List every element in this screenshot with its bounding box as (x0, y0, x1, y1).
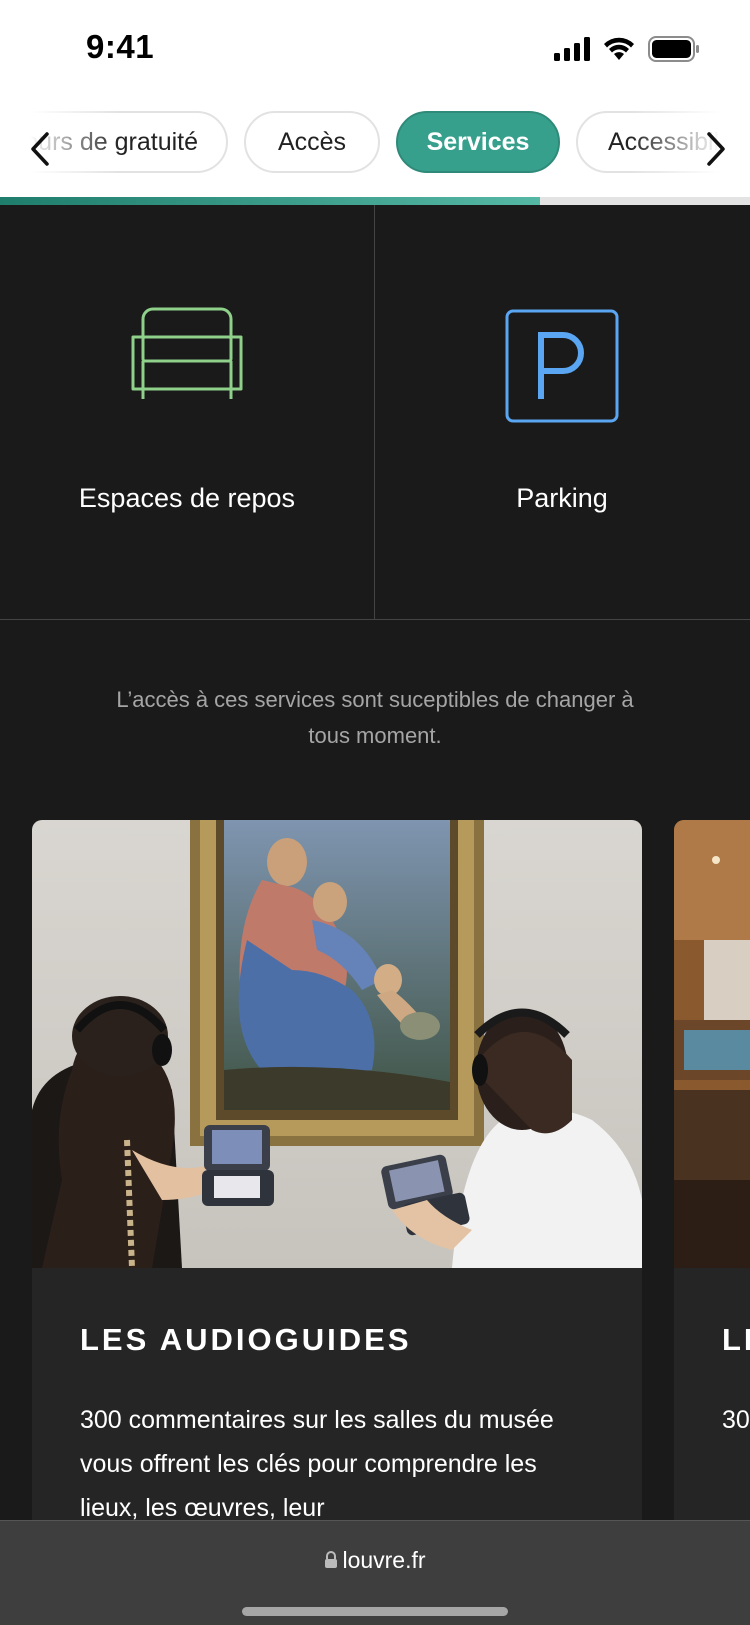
service-espaces-de-repos[interactable]: Espaces de repos (0, 205, 375, 619)
scroll-right-button[interactable] (696, 126, 736, 172)
chevron-left-icon (31, 132, 49, 166)
lock-icon (325, 1551, 338, 1568)
status-bar: 9:41 (0, 0, 750, 100)
status-icons (554, 36, 700, 62)
browser-url-bar[interactable]: louvre.fr (0, 1520, 750, 1625)
tab-services[interactable]: Services (396, 111, 560, 173)
wifi-icon (604, 37, 634, 60)
tab-acces[interactable]: Accès (244, 111, 380, 173)
card-title: LES AUDIOGUIDES (80, 1322, 412, 1357)
shop-photo (674, 820, 750, 1268)
parking-icon (505, 309, 619, 423)
tabs-fade-left (0, 100, 120, 198)
category-tabs: Jours de gratuité Accès Services Accessi… (0, 100, 750, 198)
tabs-progress-fill (0, 197, 540, 205)
status-time: 9:41 (86, 28, 155, 65)
sofa-icon (131, 307, 243, 399)
tab-label: Accès (277, 127, 347, 156)
tabs-progress-bar (0, 197, 750, 205)
url-display[interactable]: louvre.fr (0, 1547, 750, 1574)
card-text: 300 commentaires sur les salles du musée… (80, 1406, 554, 1522)
audioguide-photo (32, 820, 642, 1268)
card-audioguides[interactable]: LES AUDIOGUIDES 300 commentaires sur les… (32, 820, 642, 1540)
services-note: L’accès à ces services sont suceptibles … (116, 687, 634, 748)
service-label: Parking (516, 483, 608, 513)
battery-icon (648, 36, 699, 62)
scroll-left-button[interactable] (20, 126, 60, 172)
card-text: 300 (722, 1406, 750, 1434)
card-title: LE (722, 1322, 750, 1357)
services-grid: Espaces de repos Parking (0, 205, 750, 620)
tab-label: Services (426, 127, 530, 156)
chevron-right-icon (707, 132, 725, 166)
signal-icon (554, 37, 590, 61)
service-parking[interactable]: Parking (375, 205, 749, 619)
url-text: louvre.fr (342, 1547, 426, 1573)
card-next[interactable]: LE 300 (674, 820, 750, 1540)
service-label: Espaces de repos (78, 483, 296, 513)
home-indicator[interactable] (242, 1607, 508, 1616)
